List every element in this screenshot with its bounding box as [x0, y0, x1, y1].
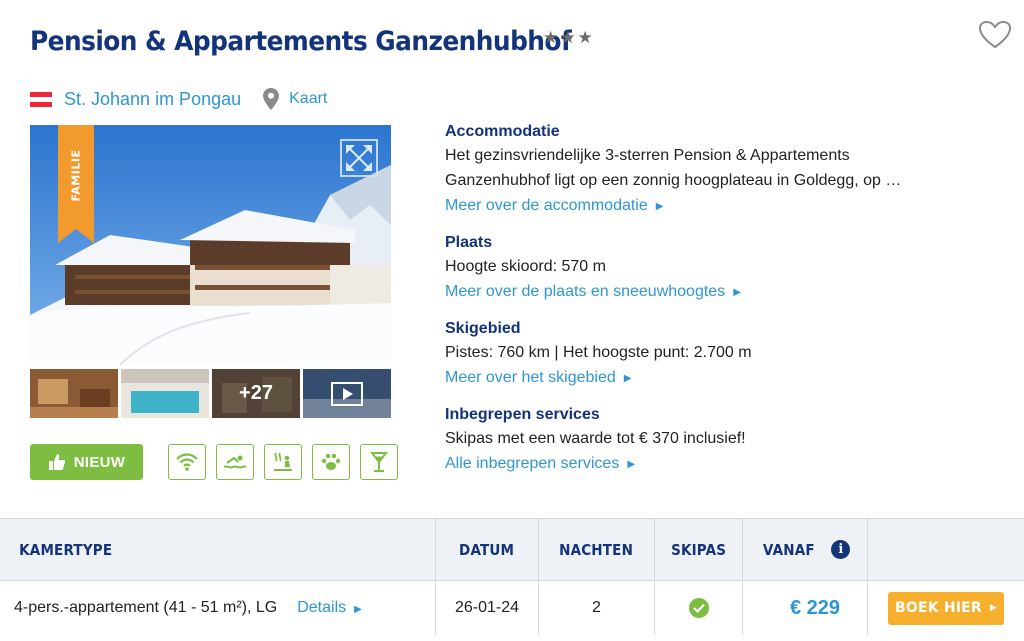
- info-column: Accommodatie Het gezinsvriendelijke 3-st…: [445, 121, 1005, 490]
- wifi-icon: [168, 444, 206, 480]
- more-photos-count: +27: [212, 369, 300, 418]
- header-date: DATUM: [459, 540, 515, 559]
- accommodation-section: Accommodatie Het gezinsvriendelijke 3-st…: [445, 121, 1005, 220]
- new-badge-label: NIEUW: [73, 453, 126, 471]
- row-date: 26-01-24: [454, 599, 520, 616]
- star-rating: ★★★: [543, 28, 595, 47]
- header-skipass: SKIPAS: [670, 540, 727, 559]
- heart-icon[interactable]: [978, 20, 1012, 50]
- page-title: Pension & Appartements Ganzenhubhof: [30, 26, 572, 57]
- ski-area-text: Pistes: 760 km | Het hoogste punt: 2.700…: [445, 344, 752, 361]
- main-photo[interactable]: FAMILIE: [30, 125, 391, 365]
- thumbnail-video[interactable]: [303, 369, 391, 418]
- services-text: Skipas met een waarde tot € 370 inclusie…: [445, 430, 746, 447]
- table-header: KAMERTYPE DATUM NACHTEN SKIPAS VANAF i: [0, 519, 1024, 581]
- caret-right-icon: ▶: [354, 604, 362, 615]
- map-link[interactable]: Kaart: [289, 90, 327, 108]
- header-from: VANAF: [762, 540, 815, 559]
- ski-area-heading: Skigebied: [445, 320, 521, 337]
- amenities-row: [168, 444, 398, 480]
- ski-area-more-link[interactable]: Meer over het skigebied ▶: [445, 365, 631, 392]
- location-link[interactable]: St. Johann im Pongau: [64, 89, 241, 110]
- thumbs-up-icon: [48, 454, 65, 470]
- services-heading: Inbegrepen services: [445, 406, 600, 423]
- play-video-icon: [303, 369, 391, 418]
- table-row: 4-pers.-appartement (41 - 51 m²), LG Det…: [0, 581, 1024, 635]
- ski-area-section: Skigebied Pistes: 760 km | Het hoogste p…: [445, 318, 1005, 392]
- thumbnail-more-photos[interactable]: +27: [212, 369, 300, 418]
- accommodation-text-line2: Ganzenhubhof ligt op een zonnig hoogplat…: [445, 172, 902, 189]
- thumbnail-pool[interactable]: [121, 369, 209, 418]
- caret-right-icon: ▶: [733, 287, 741, 298]
- room-type: 4-pers.-appartement (41 - 51 m²), LG: [14, 599, 278, 616]
- place-heading: Plaats: [445, 234, 493, 251]
- sauna-icon: [264, 444, 302, 480]
- details-link[interactable]: Details ▶: [297, 599, 362, 617]
- check-icon: [688, 598, 709, 618]
- expand-icon[interactable]: [340, 139, 378, 177]
- caret-right-icon: ▶: [623, 373, 632, 384]
- header-nights: NACHTEN: [559, 540, 634, 559]
- pets-icon: [312, 444, 350, 480]
- accommodation-text-line1: Het gezinsvriendelijke 3-sterren Pension…: [445, 147, 850, 164]
- place-text: Hoogte skioord: 570 m: [445, 258, 606, 275]
- row-price: € 229: [743, 581, 868, 635]
- thumbnail-living-room[interactable]: [30, 369, 118, 418]
- austria-flag-icon: [30, 91, 52, 107]
- caret-right-icon: ▶: [655, 201, 664, 212]
- thumbnail-strip: +27: [30, 369, 391, 418]
- new-badge: NIEUW: [30, 444, 143, 480]
- ribbon-label: FAMILIE: [69, 149, 83, 201]
- caret-right-icon: ▶: [627, 459, 636, 470]
- swimming-icon: [216, 444, 254, 480]
- map-pin-icon: [263, 88, 280, 110]
- row-nights: 2: [592, 599, 601, 616]
- place-more-link[interactable]: Meer over de plaats en sneeuwhoogtes ▶: [445, 279, 741, 306]
- place-section: Plaats Hoogte skioord: 570 m Meer over d…: [445, 232, 1005, 306]
- services-more-link[interactable]: Alle inbegrepen services ▶: [445, 451, 635, 478]
- location-row: St. Johann im Pongau Kaart: [30, 88, 327, 110]
- services-section: Inbegrepen services Skipas met een waard…: [445, 404, 1005, 478]
- caret-right-icon: ▶: [989, 603, 998, 613]
- accommodation-heading: Accommodatie: [445, 123, 560, 140]
- rooms-table: KAMERTYPE DATUM NACHTEN SKIPAS VANAF i 4-…: [0, 518, 1024, 641]
- bar-icon: [360, 444, 398, 480]
- info-icon[interactable]: i: [831, 540, 851, 559]
- header-room-type: KAMERTYPE: [19, 540, 113, 559]
- book-here-button[interactable]: BOEK HIER ▶: [888, 591, 1004, 625]
- accommodation-more-link[interactable]: Meer over de accommodatie ▶: [445, 193, 663, 220]
